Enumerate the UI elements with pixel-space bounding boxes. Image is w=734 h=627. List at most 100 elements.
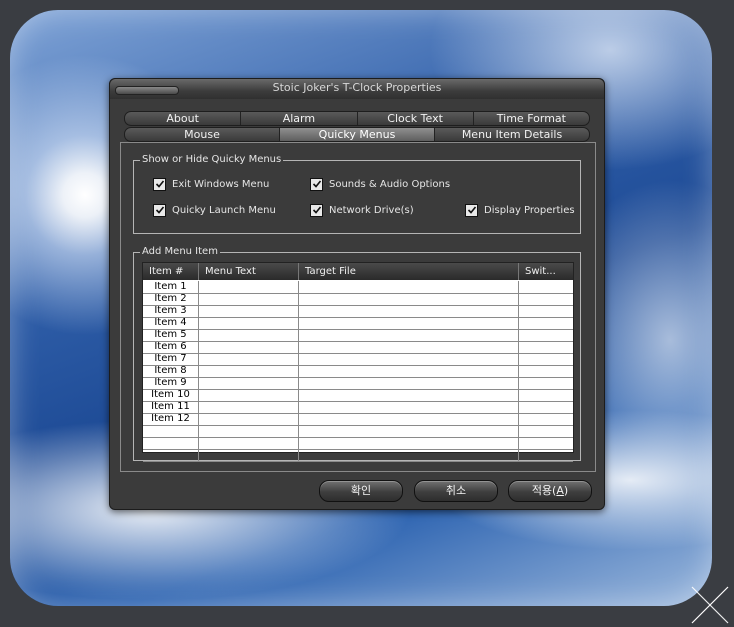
cell-switch[interactable] (519, 413, 573, 425)
cell-item-number[interactable]: Item 6 (143, 341, 199, 353)
cell-switch[interactable] (519, 329, 573, 341)
cell-target-file[interactable] (299, 437, 519, 449)
cell-switch[interactable] (519, 449, 573, 461)
cell-item-number[interactable] (143, 425, 199, 437)
cell-menu-text[interactable] (199, 293, 299, 305)
apply-button[interactable]: 적용(A) (508, 480, 592, 502)
display-properties-checkbox[interactable] (465, 203, 478, 217)
show-hide-group-title: Show or Hide Quicky Menus (140, 153, 284, 167)
cell-switch[interactable] (519, 341, 573, 353)
tab-row-2: Mouse Quicky Menus Menu Item Details (124, 127, 590, 142)
cell-switch[interactable] (519, 353, 573, 365)
cell-switch[interactable] (519, 425, 573, 437)
cell-switch[interactable] (519, 365, 573, 377)
cell-target-file[interactable] (299, 293, 519, 305)
cell-target-file[interactable] (299, 377, 519, 389)
checkmark-icon (467, 206, 476, 214)
quicky-launch-menu-checkbox[interactable] (153, 203, 166, 217)
table-row[interactable] (143, 449, 573, 462)
tab-alarm[interactable]: Alarm (241, 112, 358, 125)
tab-menu-item-details[interactable]: Menu Item Details (435, 128, 589, 141)
cell-switch[interactable] (519, 389, 573, 401)
cell-item-number[interactable]: Item 12 (143, 413, 199, 425)
cell-switch[interactable] (519, 437, 573, 449)
cell-switch[interactable] (519, 305, 573, 317)
tab-row-1: About Alarm Clock Text Time Format (124, 111, 590, 126)
sounds-audio-label: Sounds & Audio Options (329, 178, 451, 190)
cell-switch[interactable] (519, 401, 573, 413)
cell-menu-text[interactable] (199, 353, 299, 365)
cell-item-number[interactable]: Item 7 (143, 353, 199, 365)
tab-quicky-menus[interactable]: Quicky Menus (280, 128, 435, 141)
cell-target-file[interactable] (299, 413, 519, 425)
cell-menu-text[interactable] (199, 449, 299, 461)
cell-target-file[interactable] (299, 281, 519, 293)
show-hide-groupbox: Show or Hide Quicky Menus Exit Windows M… (133, 153, 581, 234)
checkmark-icon (312, 206, 321, 214)
cell-target-file[interactable] (299, 365, 519, 377)
network-drives-option[interactable]: Network Drive(s) (310, 203, 414, 217)
column-header-menu-text[interactable]: Menu Text (199, 263, 299, 280)
cell-item-number[interactable]: Item 11 (143, 401, 199, 413)
tclock-properties-window: Stoic Joker's T-Clock Properties About A… (109, 78, 605, 510)
tab-clock-text[interactable]: Clock Text (358, 112, 474, 125)
title-bar[interactable]: Stoic Joker's T-Clock Properties (110, 79, 604, 99)
cell-menu-text[interactable] (199, 413, 299, 425)
menu-items-table[interactable]: Item # Menu Text Target File Swit... Ite… (142, 262, 574, 462)
cell-target-file[interactable] (299, 425, 519, 437)
tab-panel: Show or Hide Quicky Menus Exit Windows M… (120, 142, 596, 472)
cell-menu-text[interactable] (199, 329, 299, 341)
cell-item-number[interactable] (143, 449, 199, 461)
cell-switch[interactable] (519, 377, 573, 389)
cell-switch[interactable] (519, 317, 573, 329)
column-header-switch[interactable]: Swit... (519, 263, 573, 280)
cell-menu-text[interactable] (199, 317, 299, 329)
cell-item-number[interactable]: Item 8 (143, 365, 199, 377)
exit-windows-menu-option[interactable]: Exit Windows Menu (153, 177, 269, 191)
cancel-button[interactable]: 취소 (414, 480, 498, 502)
display-properties-label: Display Properties (484, 204, 575, 216)
cell-target-file[interactable] (299, 305, 519, 317)
network-drives-checkbox[interactable] (310, 203, 323, 217)
cell-target-file[interactable] (299, 449, 519, 461)
close-x-icon[interactable] (690, 585, 730, 625)
cell-item-number[interactable]: Item 4 (143, 317, 199, 329)
cell-menu-text[interactable] (199, 389, 299, 401)
cell-item-number[interactable]: Item 5 (143, 329, 199, 341)
checkmark-icon (155, 180, 164, 188)
cell-menu-text[interactable] (199, 377, 299, 389)
window-title: Stoic Joker's T-Clock Properties (272, 81, 442, 94)
cell-item-number[interactable]: Item 3 (143, 305, 199, 317)
display-properties-option[interactable]: Display Properties (465, 203, 575, 217)
cell-item-number[interactable] (143, 437, 199, 449)
cell-menu-text[interactable] (199, 305, 299, 317)
cell-target-file[interactable] (299, 401, 519, 413)
sounds-audio-checkbox[interactable] (310, 177, 323, 191)
cell-menu-text[interactable] (199, 401, 299, 413)
tab-mouse[interactable]: Mouse (125, 128, 280, 141)
ok-button[interactable]: 확인 (319, 480, 403, 502)
tab-about[interactable]: About (125, 112, 242, 125)
cell-menu-text[interactable] (199, 437, 299, 449)
quicky-launch-menu-option[interactable]: Quicky Launch Menu (153, 203, 276, 217)
cell-menu-text[interactable] (199, 281, 299, 293)
cell-target-file[interactable] (299, 329, 519, 341)
cell-item-number[interactable]: Item 2 (143, 293, 199, 305)
cell-target-file[interactable] (299, 353, 519, 365)
cell-menu-text[interactable] (199, 365, 299, 377)
cell-target-file[interactable] (299, 341, 519, 353)
cell-switch[interactable] (519, 293, 573, 305)
cell-target-file[interactable] (299, 389, 519, 401)
cell-item-number[interactable]: Item 10 (143, 389, 199, 401)
cell-switch[interactable] (519, 281, 573, 293)
cell-item-number[interactable]: Item 1 (143, 281, 199, 293)
column-header-target-file[interactable]: Target File (299, 263, 519, 280)
cell-menu-text[interactable] (199, 425, 299, 437)
column-header-item-number[interactable]: Item # (143, 263, 199, 280)
cell-target-file[interactable] (299, 317, 519, 329)
sounds-audio-option[interactable]: Sounds & Audio Options (310, 177, 450, 191)
cell-item-number[interactable]: Item 9 (143, 377, 199, 389)
exit-windows-menu-checkbox[interactable] (153, 177, 166, 191)
tab-time-format[interactable]: Time Format (474, 112, 589, 125)
cell-menu-text[interactable] (199, 341, 299, 353)
